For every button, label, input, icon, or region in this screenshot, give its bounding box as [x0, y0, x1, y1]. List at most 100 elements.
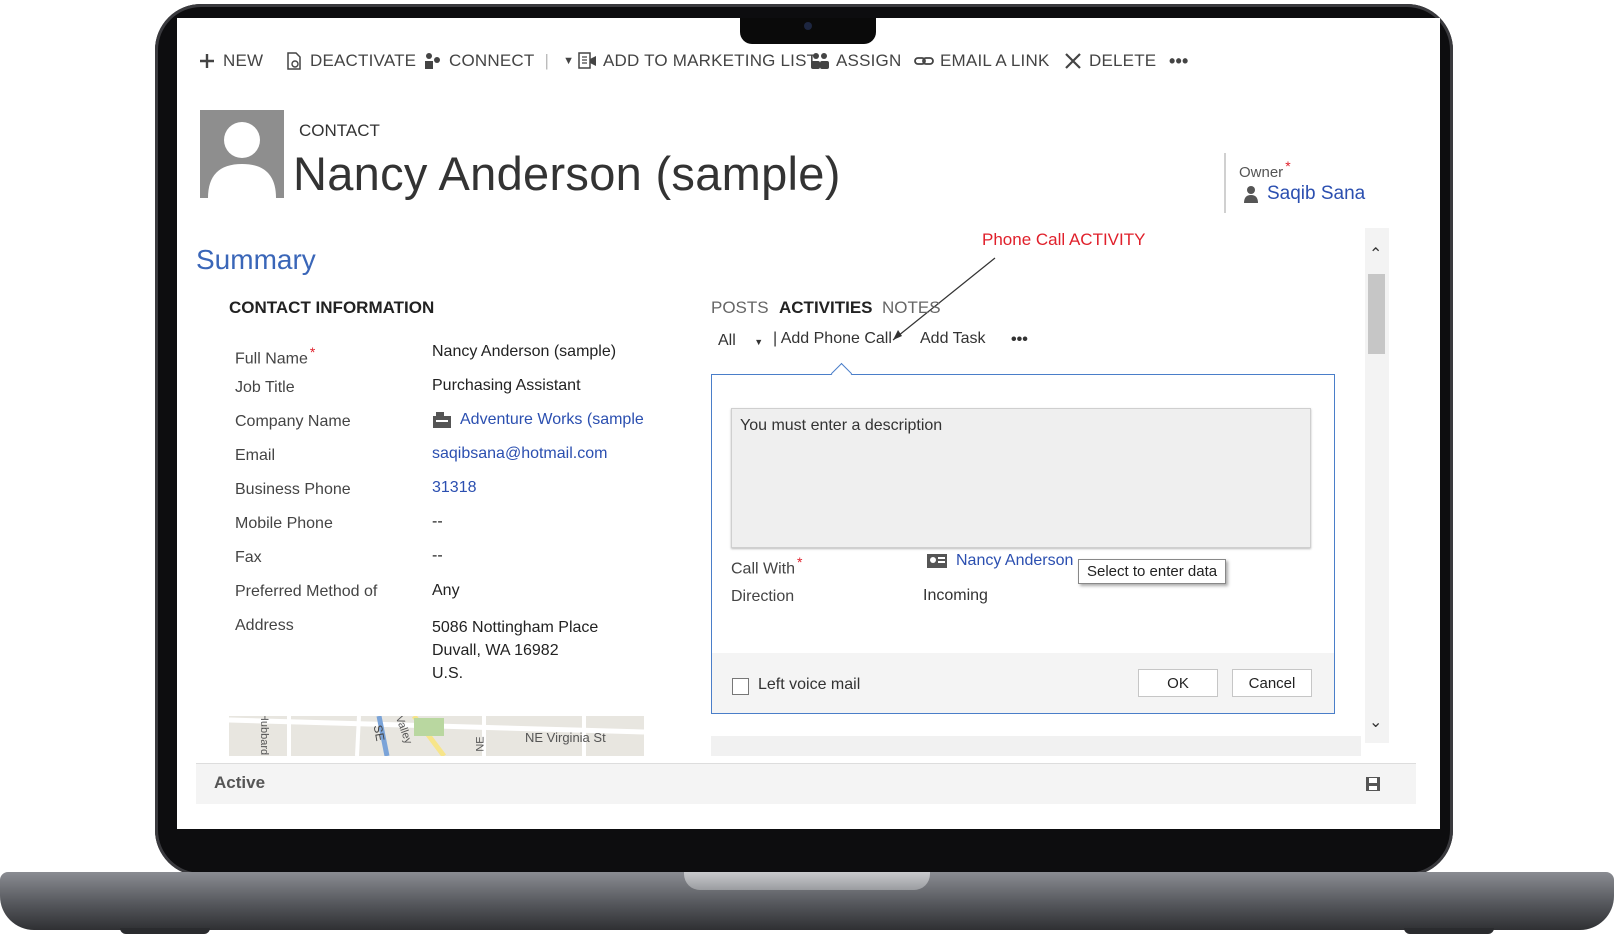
map-street-label-5: Hubbard	[258, 716, 271, 756]
ok-button[interactable]: OK	[1138, 669, 1218, 697]
address-line-2: Duvall, WA 16982	[432, 642, 559, 659]
description-input[interactable]: You must enter a description	[731, 408, 1311, 548]
owner-divider	[1224, 153, 1226, 213]
email-label: Email	[235, 447, 276, 464]
full-name-label-text: Full Name	[235, 350, 308, 368]
assign-button[interactable]: ASSIGN	[810, 48, 901, 74]
chevron-down-icon[interactable]: ⌄	[1369, 712, 1382, 732]
direction-label: Direction	[731, 588, 795, 605]
connect-label: CONNECT	[449, 51, 535, 70]
cancel-button[interactable]: Cancel	[1232, 669, 1312, 697]
required-marker: *	[309, 344, 316, 360]
map-street-label-2: SE	[370, 723, 388, 743]
entity-type: CONTACT	[299, 121, 380, 140]
link-icon	[914, 57, 934, 65]
left-voice-mail-label: Left voice mail	[758, 676, 861, 693]
chevron-up-icon[interactable]: ⌃	[1369, 244, 1382, 264]
deactivate-icon	[287, 52, 301, 70]
save-icon[interactable]	[1365, 776, 1381, 792]
left-voice-mail-checkbox[interactable]	[732, 678, 749, 695]
screen: NEW DEACTIVATE CONNECT | ▼ ADD TO MARKET…	[177, 18, 1440, 829]
owner-label: Owner *	[1239, 158, 1291, 181]
delete-button[interactable]: DELETE	[1063, 48, 1156, 74]
owner-field[interactable]: Saqib Sana	[1243, 183, 1439, 205]
user-icon	[1244, 186, 1258, 203]
new-label: NEW	[223, 51, 264, 70]
email-value[interactable]: saqibsana@hotmail.com	[432, 445, 607, 463]
description-placeholder: You must enter a description	[740, 417, 943, 434]
summary-title: Summary	[196, 244, 316, 275]
chevron-down-icon: ▼	[754, 337, 764, 347]
avatar	[200, 110, 284, 198]
scrollbar-thumb[interactable]	[1368, 274, 1385, 354]
full-name-value[interactable]: Nancy Anderson (sample)	[432, 343, 616, 361]
more-commands-button[interactable]: •••	[1169, 48, 1189, 74]
owner-value[interactable]: Saqib Sana	[1267, 183, 1365, 205]
contact-card-icon	[927, 554, 947, 568]
add-phone-call-button[interactable]: | Add Phone Call	[773, 330, 892, 348]
account-icon	[433, 412, 451, 428]
required-marker: *	[797, 554, 803, 570]
company-name-field[interactable]: Adventure Works (sample	[432, 411, 662, 429]
connect-button[interactable]: CONNECT | ▼	[423, 48, 574, 74]
assign-label: ASSIGN	[836, 51, 902, 70]
scrollbar[interactable]: ⌃ ⌄	[1365, 228, 1389, 743]
owner-label-text: Owner	[1239, 164, 1284, 181]
job-title-value[interactable]: Purchasing Assistant	[432, 377, 581, 395]
direction-value[interactable]: Incoming	[923, 587, 988, 605]
page-title: Nancy Anderson (sample)	[293, 147, 841, 200]
fax-value[interactable]: --	[432, 547, 443, 565]
chevron-down-icon[interactable]: ▼	[563, 55, 574, 67]
address-map[interactable]: NE Virginia St SE Valley NE Hubbard	[229, 716, 644, 756]
plus-icon	[200, 54, 214, 68]
full-name-label: Full Name *	[235, 344, 315, 368]
mobile-phone-value[interactable]: --	[432, 513, 443, 531]
filter-select[interactable]: All ▼	[718, 332, 763, 350]
required-marker: *	[1285, 158, 1291, 174]
tab-activities[interactable]: ACTIVITIES	[779, 298, 873, 318]
add-to-marketing-list-button[interactable]: ADD TO MARKETING LIST	[577, 48, 817, 74]
panel-pointer	[830, 362, 853, 385]
marketing-list-icon	[578, 52, 596, 69]
call-with-label: Call With *	[731, 554, 802, 578]
call-with-value[interactable]: Nancy Anderson	[956, 552, 1073, 570]
address-value[interactable]: 5086 Nottingham Place Duvall, WA 16982 U…	[432, 616, 598, 685]
address-line-1: 5086 Nottingham Place	[432, 619, 599, 636]
preferred-method-value[interactable]: Any	[432, 582, 460, 600]
map-street-label: NE Virginia St	[525, 730, 606, 745]
camera	[804, 22, 812, 30]
tab-posts[interactable]: POSTS	[711, 298, 769, 318]
laptop-base-notch	[684, 872, 930, 890]
activity-list-item[interactable]	[711, 736, 1361, 756]
status-bar	[196, 764, 1416, 804]
business-phone-label: Business Phone	[235, 481, 351, 498]
address-line-3: U.S.	[432, 665, 464, 682]
address-label: Address	[235, 617, 294, 634]
add-task-button[interactable]: Add Task	[920, 330, 986, 348]
fax-label: Fax	[235, 549, 262, 566]
phone-call-panel: You must enter a description Call With * …	[711, 362, 1335, 714]
filter-value: All	[718, 332, 736, 349]
annotation-label: Phone Call ACTIVITY	[982, 230, 1146, 249]
email-a-link-button[interactable]: EMAIL A LINK	[914, 48, 1050, 74]
deactivate-label: DEACTIVATE	[310, 51, 417, 70]
call-with-field[interactable]: Nancy Anderson	[926, 552, 1073, 570]
map-street-label-4: NE	[474, 736, 487, 752]
business-phone-value[interactable]: 31318	[432, 479, 477, 497]
company-name-label: Company Name	[235, 413, 351, 430]
tab-notes[interactable]: NOTES	[882, 298, 941, 318]
job-title-label: Job Title	[235, 379, 295, 396]
connect-icon	[425, 53, 440, 69]
more-activity-options[interactable]: •••	[1011, 331, 1028, 349]
deactivate-button[interactable]: DEACTIVATE	[284, 48, 416, 74]
call-with-label-text: Call With	[731, 560, 796, 578]
close-icon	[1065, 53, 1081, 69]
connect-separator: |	[544, 51, 550, 70]
new-button[interactable]: NEW	[197, 48, 263, 74]
laptop-foot-right	[1404, 928, 1494, 934]
add-to-marketing-list-label: ADD TO MARKETING LIST	[603, 51, 818, 70]
more-icon: •••	[1169, 50, 1189, 71]
company-name-value[interactable]: Adventure Works (sample	[460, 411, 644, 429]
delete-label: DELETE	[1089, 51, 1157, 70]
assign-icon	[811, 53, 829, 69]
